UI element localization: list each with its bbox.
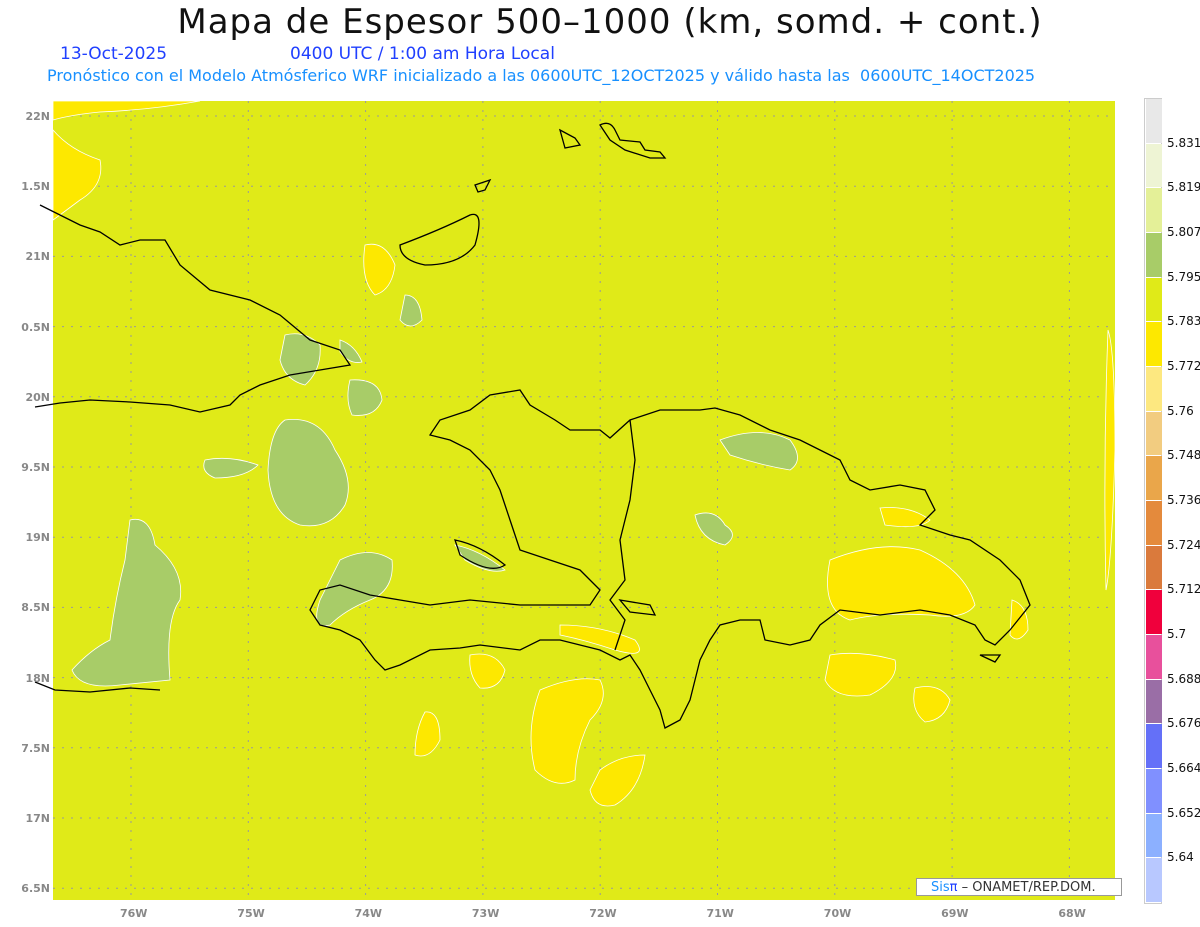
colorbar-label: 5.652 [1167, 805, 1200, 820]
colorbar-swatch [1146, 501, 1162, 545]
colorbar-swatch [1146, 635, 1162, 679]
lat-label: 18N [25, 671, 50, 685]
colorbar-label: 5.676 [1167, 716, 1200, 731]
colorbar-swatch [1146, 679, 1162, 724]
colorbar-swatch [1146, 724, 1162, 768]
colorbar-label: 5.76 [1167, 403, 1194, 418]
colorbar-swatch [1146, 545, 1162, 590]
lat-label: 6.5N [21, 882, 50, 896]
map-background [53, 101, 1115, 900]
lon-label: 71W [706, 907, 734, 920]
lon-label: 72W [589, 907, 617, 920]
colorbar-label: 5.688 [1167, 671, 1200, 686]
colorbar-label: 5.748 [1167, 448, 1200, 463]
colorbar-label: 5.783 [1167, 314, 1200, 329]
colorbar-swatch [1146, 277, 1162, 322]
colorbar-label: 5.736 [1167, 493, 1200, 507]
colorbar-label: 5.772 [1167, 359, 1200, 373]
lat-label: 21N [25, 250, 50, 264]
colorbar-swatch [1146, 188, 1162, 232]
colorbar-swatch [1146, 322, 1162, 366]
lat-label: 0.5N [21, 320, 50, 334]
lon-label: 70W [823, 907, 852, 920]
lat-label: 1.5N [21, 180, 50, 194]
lon-label: 74W [354, 907, 383, 920]
colorbar-label: 5.712 [1167, 582, 1200, 597]
colorbar-label: 5.819 [1167, 180, 1200, 195]
colorbar-label: 5.831 [1167, 135, 1200, 150]
colorbar-label: 5.7 [1167, 627, 1187, 641]
lat-label: 19N [25, 531, 50, 545]
colorbar-swatch [1146, 411, 1162, 456]
lon-label: 69W [941, 907, 969, 920]
colorbar-swatch [1146, 233, 1162, 277]
lat-label: 8.5N [21, 601, 50, 615]
colorbar-label: 5.724 [1167, 537, 1200, 552]
colorbar-swatch [1146, 858, 1162, 902]
lon-label: 68W [1058, 907, 1086, 920]
lat-label: 22N [25, 110, 50, 123]
colorbar-swatch [1146, 590, 1162, 634]
colorbar-label: 5.795 [1167, 269, 1200, 284]
lat-label: 20N [25, 390, 50, 404]
colorbar-swatch [1146, 143, 1162, 188]
colorbar-swatch [1146, 367, 1162, 411]
lon-label: 76W [120, 907, 148, 920]
colorbar-swatch [1146, 769, 1162, 813]
colorbar-swatch [1146, 456, 1162, 500]
colorbar-label: 5.807 [1167, 225, 1200, 239]
lat-label: 7.5N [21, 741, 50, 755]
lat-label: 17N [25, 812, 50, 825]
lon-label: 75W [237, 907, 265, 920]
colorbar-label: 5.664 [1167, 761, 1200, 775]
lon-label: 73W [471, 907, 500, 920]
credit-sis: Sis [931, 880, 950, 895]
lat-label: 9.5N [21, 461, 50, 474]
colorbar-swatch [1146, 99, 1162, 143]
colorbar-swatch [1146, 813, 1162, 858]
colorbar-label: 5.64 [1167, 850, 1194, 865]
thickness-map [34, 100, 1116, 900]
credit-label: Sisπ – ONAMET/REP.DOM. [916, 878, 1122, 896]
credit-text: – ONAMET/REP.DOM. [957, 880, 1096, 895]
